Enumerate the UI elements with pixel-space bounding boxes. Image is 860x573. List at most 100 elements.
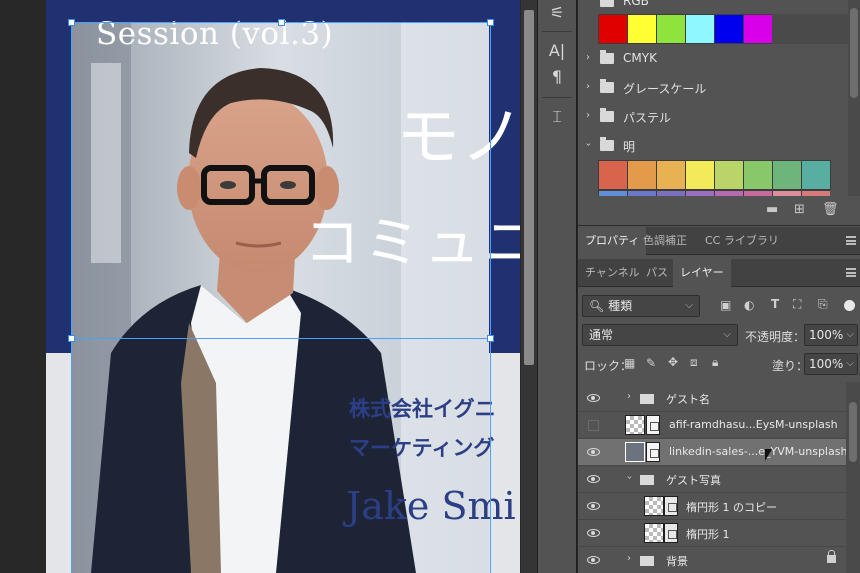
layer-row[interactable]: 楕円形 1 のコピー	[578, 493, 846, 520]
swatches-scroll-thumb[interactable]	[850, 8, 858, 98]
folder-icon	[600, 50, 614, 64]
tab-adjustments[interactable]: 色調補正	[636, 227, 694, 255]
transform-handle-bottom-left[interactable]	[68, 335, 75, 342]
eye-icon[interactable]	[587, 448, 600, 456]
visibility-off-icon[interactable]	[588, 420, 599, 431]
adjust-icon[interactable]: ⚟	[538, 0, 576, 26]
session-title: Session (vol.3)	[96, 16, 334, 52]
chevron-right-icon[interactable]: ›	[627, 553, 631, 564]
transform-handle-top-left[interactable]	[68, 19, 75, 26]
eye-icon[interactable]	[587, 394, 600, 402]
character-icon[interactable]: A|	[538, 38, 576, 64]
tab-cc-libraries[interactable]: CC ライブラリ	[698, 227, 786, 255]
swatch-light-yellow[interactable]	[685, 160, 715, 190]
eye-icon[interactable]	[587, 529, 600, 537]
folder-open-icon	[600, 137, 614, 151]
swatch-cyan[interactable]	[685, 14, 715, 44]
type-filter-icon[interactable]: T	[771, 297, 779, 311]
chevron-right-icon[interactable]: ›	[627, 391, 631, 402]
layer-row[interactable]: › ゲスト名	[578, 385, 846, 412]
swatch-light-teal[interactable]	[801, 160, 831, 190]
swatch-row-partial	[598, 190, 830, 196]
fill-input[interactable]: 100% ⌵	[804, 353, 858, 375]
swatch-partial	[685, 190, 715, 196]
opacity-label: 不透明度：	[745, 330, 806, 344]
layer-name: 背景	[666, 555, 688, 568]
adjustment-filter-icon[interactable]: ◐	[744, 298, 754, 312]
swatch-light-green[interactable]	[743, 160, 773, 190]
panel-menu-icon[interactable]	[846, 236, 856, 245]
swatch-light-amber[interactable]	[656, 160, 686, 190]
layer-thumbnail	[625, 415, 645, 435]
swatch-row-rgb	[598, 14, 860, 44]
image-filter-icon[interactable]: ▣	[720, 298, 731, 312]
chevron-right-icon[interactable]: ›	[586, 81, 590, 92]
lock-all-icon[interactable]: 🔒︎	[712, 355, 718, 370]
layers-scroll-thumb[interactable]	[849, 402, 857, 462]
transform-handle-top-center[interactable]	[278, 19, 285, 26]
transform-handle-bottom-right[interactable]	[487, 335, 494, 342]
opacity-input[interactable]: 100% ⌵	[804, 324, 858, 346]
search-icon: 🔍︎	[589, 299, 605, 313]
glyph-icon[interactable]: ⌶	[538, 104, 576, 130]
swatch-light-mid-green[interactable]	[772, 160, 802, 190]
tab-paths[interactable]: パス	[639, 259, 675, 287]
canvas-scroll-thumb[interactable]	[524, 10, 534, 365]
chevron-right-icon[interactable]: ›	[586, 52, 590, 63]
chevron-down-icon[interactable]: ›	[624, 476, 635, 480]
swatches-scrollbar[interactable]	[848, 0, 860, 196]
swatch-magenta[interactable]	[743, 14, 773, 44]
layer-filter-kind-select[interactable]: 🔍︎ 種類 ⌵	[582, 295, 700, 317]
swatch-group-cmyk[interactable]: › CMYK	[578, 45, 846, 73]
swatch-light-red[interactable]	[598, 160, 628, 190]
trash-icon[interactable]: 🗑	[822, 202, 839, 217]
layer-row[interactable]: 楕円形 1	[578, 520, 846, 547]
chevron-right-icon[interactable]: ›	[586, 110, 590, 121]
chevron-down-icon: ⌵	[685, 300, 693, 311]
smart-object-filter-icon[interactable]: ⎘	[818, 297, 828, 312]
layer-row[interactable]: afif-ramdhasu...EysM-unsplash	[578, 412, 846, 439]
tool-separator	[542, 31, 572, 32]
swatches-footer: ▬ ⊞ 🗑	[578, 198, 848, 224]
panel-menu-icon[interactable]	[846, 268, 856, 277]
shape-filter-icon[interactable]: ⛶	[793, 297, 801, 312]
new-group-folder-icon[interactable]: ▬	[766, 202, 778, 217]
chevron-down-icon[interactable]: ›	[583, 143, 594, 147]
layer-row[interactable]: › 背景	[578, 547, 846, 573]
lock-position-icon[interactable]: ✥	[668, 355, 678, 369]
tab-channels[interactable]: チャンネル	[578, 259, 647, 287]
right-panels: RGB › CMYK › グレースケール › パステル › 明 ▬ ⊞ 🗑 プロ…	[578, 0, 860, 573]
lock-artboard-icon[interactable]: ⧈	[690, 355, 698, 370]
layer-name: 楕円形 1 のコピー	[686, 501, 777, 514]
blend-mode-select[interactable]: 通常 ⌵	[582, 324, 738, 346]
layers-scrollbar[interactable]	[846, 382, 860, 573]
paragraph-icon[interactable]: ¶	[538, 64, 576, 90]
layer-row[interactable]: › ゲスト写真	[578, 466, 846, 493]
eye-icon[interactable]	[587, 475, 600, 483]
filter-toggle-icon[interactable]	[844, 300, 855, 311]
layer-thumbnail	[625, 442, 645, 462]
new-swatch-icon[interactable]: ⊞	[794, 202, 805, 217]
lock-paint-icon[interactable]: ✎	[646, 356, 656, 370]
layers-list: › ゲスト名 afif-ramdhasu...EysM-unsplash lin…	[578, 382, 847, 573]
swatch-blue[interactable]	[714, 14, 744, 44]
canvas-vertical-scrollbar[interactable]	[521, 0, 537, 573]
swatch-group-pastel[interactable]: › パステル	[578, 103, 846, 131]
swatch-light-lime[interactable]	[714, 160, 744, 190]
eye-icon[interactable]	[587, 502, 600, 510]
swatch-group-light[interactable]: › 明	[578, 132, 846, 160]
chevron-down-icon: ⌵	[846, 329, 854, 340]
swatch-light-orange[interactable]	[627, 160, 657, 190]
layer-row-selected[interactable]: linkedin-sales-...e_YVM-unsplash	[578, 439, 847, 466]
lock-transparent-icon[interactable]: ▦	[624, 356, 635, 370]
transform-handle-top-right[interactable]	[487, 19, 494, 26]
canvas-area[interactable]: Session (vol.3) モノ コミュニ 株式会社イグニ マーケティング …	[0, 0, 537, 573]
document-canvas[interactable]: Session (vol.3) モノ コミュニ 株式会社イグニ マーケティング …	[46, 0, 520, 573]
smart-object-icon	[646, 442, 660, 462]
eye-icon[interactable]	[587, 556, 600, 564]
swatch-yellow[interactable]	[627, 14, 657, 44]
tab-layers[interactable]: レイヤー	[673, 259, 731, 287]
swatch-green[interactable]	[656, 14, 686, 44]
swatch-red[interactable]	[598, 14, 628, 44]
swatch-group-grayscale[interactable]: › グレースケール	[578, 74, 846, 102]
